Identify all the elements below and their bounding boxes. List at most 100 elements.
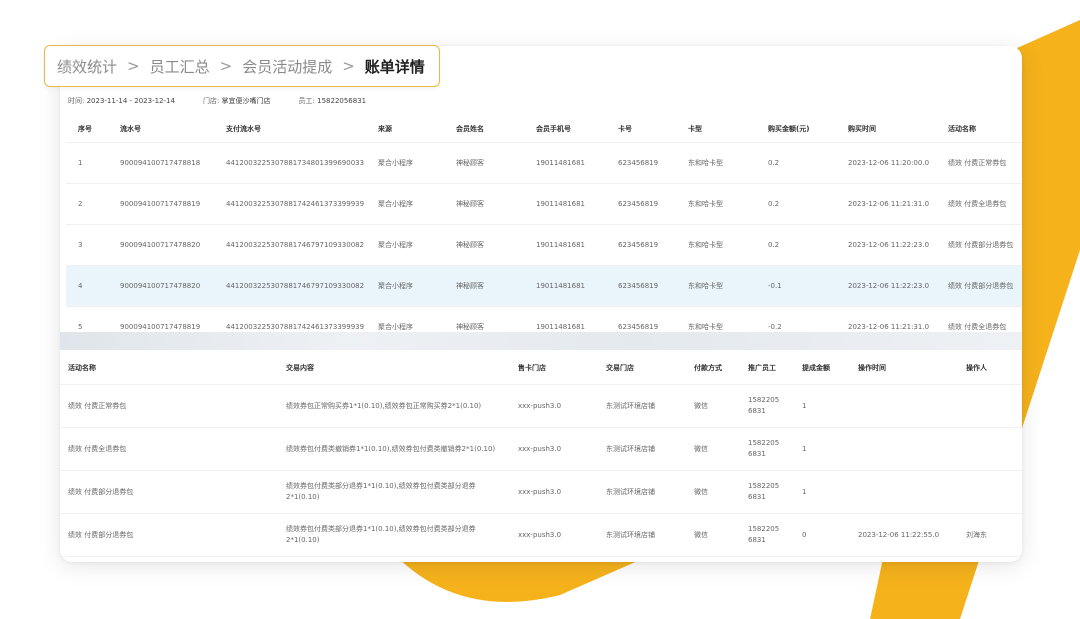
column-header: 购买金额(元) bbox=[768, 125, 810, 133]
table-cell: 聚合小程序 bbox=[366, 183, 444, 225]
table-cell: 聚合小程序 bbox=[366, 265, 444, 307]
table-cell: 4412003225307881742461373399939 bbox=[214, 183, 366, 225]
table-cell: 2023-12-06 11:22:23.0 bbox=[836, 224, 936, 266]
table-cell: 19011481681 bbox=[524, 265, 606, 307]
table-cell: 19011481681 bbox=[524, 183, 606, 225]
table-header-row: 活动名称 交易内容 售卡门店 交易门店 付款方式 推广员工 提成金额 操作时间 操作人 bbox=[60, 352, 1022, 385]
table-cell: 东测试环境店铺 bbox=[598, 384, 686, 428]
column-header: 序号 bbox=[78, 125, 92, 133]
table-cell: 聚合小程序 bbox=[366, 224, 444, 266]
breadcrumb-separator: > bbox=[127, 57, 140, 75]
table-cell: 绩效 付费正常券包 bbox=[936, 142, 1022, 184]
table-cell: xxx-push3.0 bbox=[510, 384, 598, 428]
table-cell: 绩效 付费正常券包 bbox=[60, 384, 278, 428]
filter-staff: 员工: 15822056831 bbox=[299, 96, 367, 106]
filter-time: 时间: 2023-11-14 - 2023-12-14 bbox=[68, 96, 175, 106]
table-cell: 绩效 付费全退券包 bbox=[936, 183, 1022, 225]
table-row[interactable]: 绩效 付费全退券包 绩效券包付费类撤销券1*1(0.10),绩效券包付费类撤销券2… bbox=[60, 427, 1022, 471]
column-header: 支付流水号 bbox=[226, 125, 261, 133]
table-cell bbox=[958, 556, 1022, 562]
table-cell: 19011481681 bbox=[524, 224, 606, 266]
column-header: 购买时间 bbox=[848, 125, 876, 133]
column-header: 付款方式 bbox=[694, 364, 722, 372]
breadcrumb-separator: > bbox=[342, 57, 355, 75]
table-cell: 623456819 bbox=[606, 183, 676, 225]
table-row[interactable]: 3 900094100717478820 441200322530788174679… bbox=[66, 224, 1022, 266]
breadcrumb-item-commission[interactable]: 会员活动提成 bbox=[242, 56, 332, 77]
table-cell bbox=[850, 556, 958, 562]
table-cell: 东和哈卡型 bbox=[676, 183, 756, 225]
table-cell: 1582205 bbox=[740, 556, 794, 562]
table-cell: 4 bbox=[66, 265, 108, 307]
table-cell: 2 bbox=[66, 183, 108, 225]
table-cell: 1582205 6831 bbox=[740, 427, 794, 471]
table-row[interactable]: 绩效券包付费类撤销券1*1(0.10),绩效券包付费类撤销券 1582205 bbox=[60, 556, 1022, 562]
table-cell: xxx-push3.0 bbox=[510, 470, 598, 514]
table-cell: 微信 bbox=[686, 384, 740, 428]
table-cell: 神秘顾客 bbox=[444, 265, 524, 307]
table-header-row: 序号 流水号 支付流水号 来源 会员姓名 会员手机号 卡号 卡型 购买金额(元) 购买时间 活动名称 bbox=[66, 116, 1022, 143]
table-row[interactable]: 2 900094100717478819 441200322530788174246… bbox=[66, 183, 1022, 225]
column-header: 操作人 bbox=[966, 364, 987, 372]
table-cell: 1582205 6831 bbox=[740, 384, 794, 428]
breadcrumb: 绩效统计 > 员工汇总 > 会员活动提成 > 账单详情 bbox=[44, 45, 440, 87]
table-cell: 绩效 付费全退券包 bbox=[60, 427, 278, 471]
table-cell: 0.2 bbox=[756, 183, 836, 225]
table-row[interactable]: 绩效 付费部分退券包 绩效券包付费类部分退券1*1(0.10),绩效券包付费类部分… bbox=[60, 513, 1022, 557]
table-cell: 东和哈卡型 bbox=[676, 224, 756, 266]
table-cell: 0 bbox=[794, 513, 850, 557]
table-cell: 2023-12-06 11:22:55.0 bbox=[850, 513, 958, 557]
table-cell: 623456819 bbox=[606, 265, 676, 307]
orders-table: 序号 流水号 支付流水号 来源 会员姓名 会员手机号 卡号 卡型 购买金额(元) 购买时间 活动名称… bbox=[66, 116, 1022, 347]
table-cell bbox=[850, 427, 958, 471]
table-row[interactable]: 绩效 付费正常券包 绩效券包正常购买券1*1(0.10),绩效券包正常购买券2*1… bbox=[60, 384, 1022, 428]
table-cell: 绩效券包付费类撤销券1*1(0.10),绩效券包付费类撤销券2*1(0.10) bbox=[278, 427, 510, 471]
table-row[interactable]: 绩效 付费部分退券包 绩效券包付费类部分退券1*1(0.10),绩效券包付费类部分… bbox=[60, 470, 1022, 514]
table-cell: 900094100717478820 bbox=[108, 265, 214, 307]
filter-staff-value: 15822056831 bbox=[317, 97, 367, 105]
table-cell bbox=[850, 384, 958, 428]
table-cell: 东和哈卡型 bbox=[676, 265, 756, 307]
table-cell: 聚合小程序 bbox=[366, 142, 444, 184]
table-cell: 0.2 bbox=[756, 224, 836, 266]
column-header: 交易内容 bbox=[286, 364, 314, 372]
table-cell: 1 bbox=[794, 427, 850, 471]
table-cell: 东测试环境店铺 bbox=[598, 513, 686, 557]
table-cell: 绩效券包付费类部分退券1*1(0.10),绩效券包付费类部分退券2*1(0.10… bbox=[278, 470, 510, 514]
table-cell: 4412003225307881746797109330082 bbox=[214, 224, 366, 266]
table-cell: 2023-12-06 11:22:23.0 bbox=[836, 265, 936, 307]
table-cell bbox=[958, 427, 1022, 471]
table-cell: 东测试环境店铺 bbox=[598, 470, 686, 514]
table-cell: 4412003225307881734801399690033 bbox=[214, 142, 366, 184]
table-cell: xxx-push3.0 bbox=[510, 513, 598, 557]
table-cell bbox=[686, 556, 740, 562]
table-cell: 900094100717478818 bbox=[108, 142, 214, 184]
column-header: 活动名称 bbox=[948, 125, 976, 133]
table-cell: 东和哈卡型 bbox=[676, 142, 756, 184]
column-header: 操作时间 bbox=[858, 364, 886, 372]
breadcrumb-separator: > bbox=[219, 57, 233, 75]
column-header: 提成金额 bbox=[802, 364, 830, 372]
filter-bar: 时间: 2023-11-14 - 2023-12-14 门店: 掌宜便沙嘴门店 … bbox=[68, 96, 366, 106]
filter-store-label: 门店: bbox=[202, 97, 220, 105]
table-cell: 神秘顾客 bbox=[444, 142, 524, 184]
table-cell: 绩效 付费部分退券包 bbox=[936, 224, 1022, 266]
section-divider bbox=[60, 332, 1022, 350]
table-row[interactable]: 4 900094100717478820 441200322530788174679… bbox=[66, 265, 1022, 307]
column-header: 推广员工 bbox=[748, 364, 776, 372]
breadcrumb-current: 账单详情 bbox=[364, 57, 425, 76]
table-cell: 绩效券包付费类部分退券1*1(0.10),绩效券包付费类部分退券2*1(0.10… bbox=[278, 513, 510, 557]
table-cell: 19011481681 bbox=[524, 142, 606, 184]
table-cell: -0.1 bbox=[756, 265, 836, 307]
table-cell: 刘海东 bbox=[958, 513, 1022, 557]
table-cell: 900094100717478820 bbox=[108, 224, 214, 266]
table-cell: 1 bbox=[794, 470, 850, 514]
table-cell bbox=[958, 384, 1022, 428]
table-cell: 900094100717478819 bbox=[108, 183, 214, 225]
table-cell: 623456819 bbox=[606, 224, 676, 266]
column-header: 售卡门店 bbox=[518, 364, 546, 372]
breadcrumb-item-performance[interactable]: 绩效统计 bbox=[57, 56, 117, 77]
breadcrumb-item-staff[interactable]: 员工汇总 bbox=[150, 56, 210, 77]
table-cell: 神秘顾客 bbox=[444, 183, 524, 225]
table-row[interactable]: 1 900094100717478818 441200322530788173480… bbox=[66, 142, 1022, 184]
